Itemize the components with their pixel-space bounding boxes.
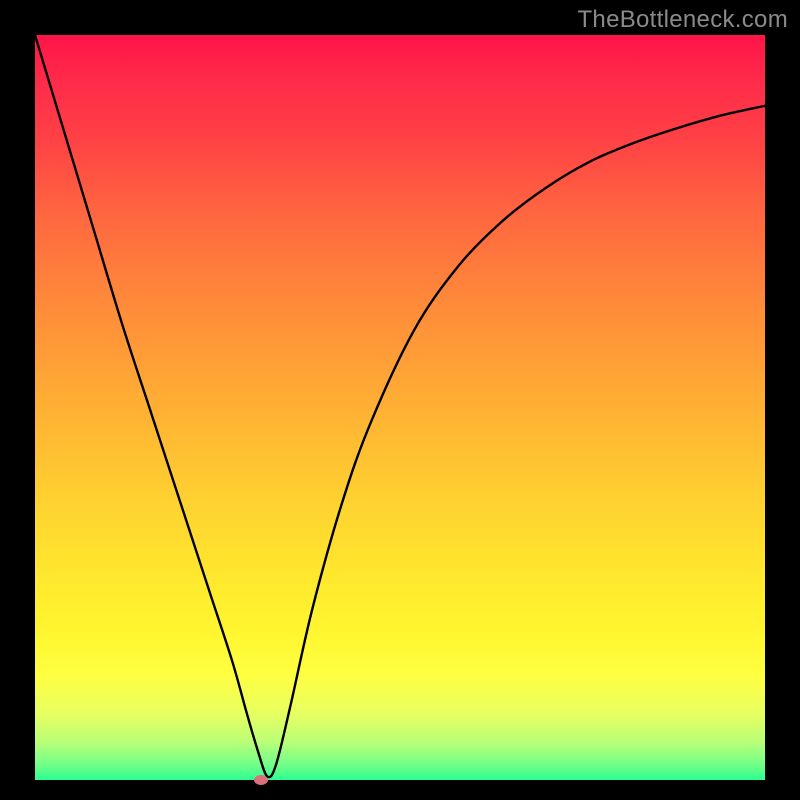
chart-frame: TheBottleneck.com	[0, 0, 800, 800]
plot-area	[35, 35, 765, 780]
min-marker	[254, 775, 268, 785]
bottleneck-curve	[35, 35, 765, 777]
watermark-text: TheBottleneck.com	[577, 6, 788, 34]
curve-svg	[35, 35, 765, 780]
